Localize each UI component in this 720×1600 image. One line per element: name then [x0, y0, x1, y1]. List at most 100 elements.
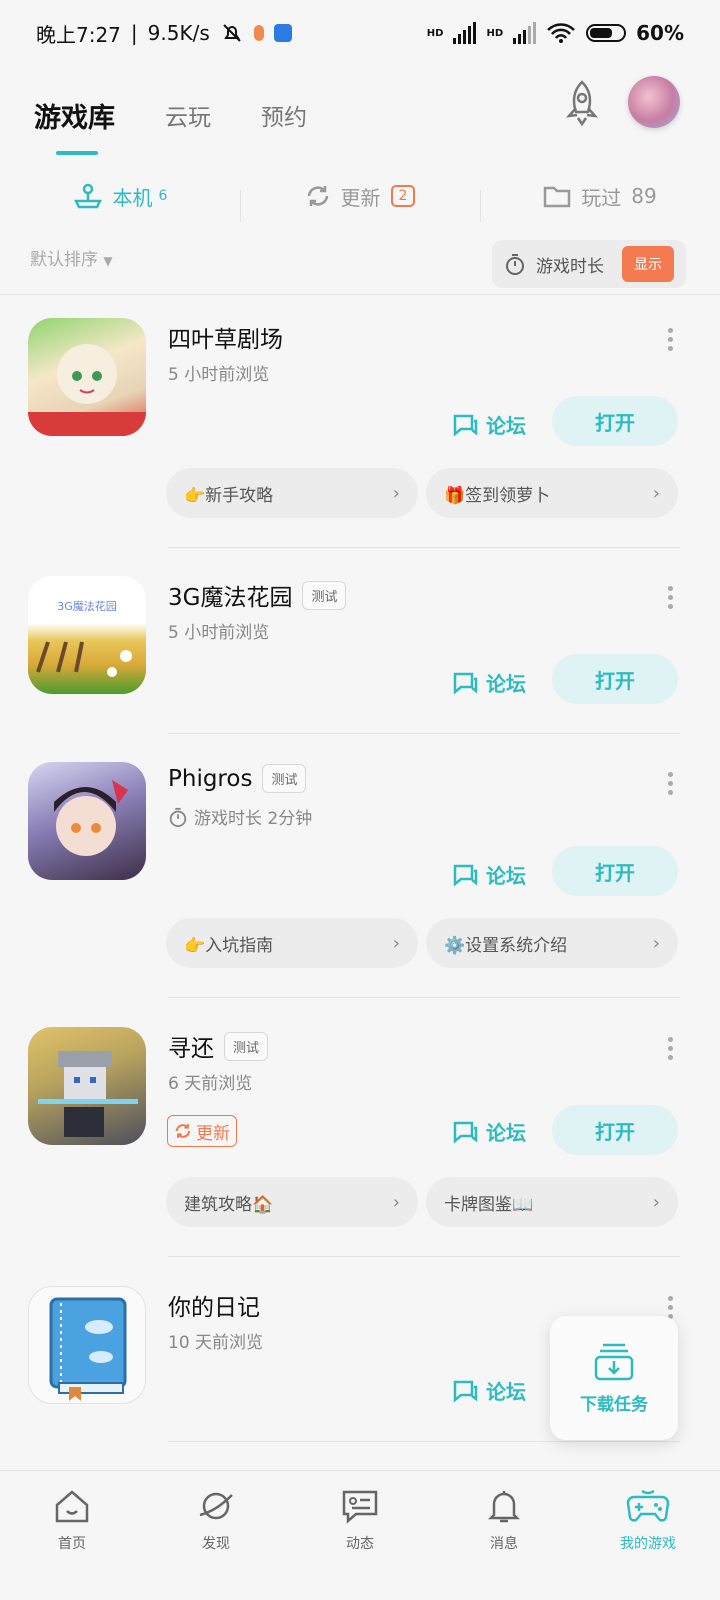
guide-chip[interactable]: 建筑攻略🏠 ›	[166, 1177, 418, 1227]
signal-icon	[453, 22, 477, 44]
guide-chip[interactable]: 👉入坑指南 ›	[166, 918, 418, 968]
guide-chip[interactable]: 🎁签到领萝卜 ›	[426, 468, 678, 518]
chevron-right-icon: ›	[392, 932, 400, 954]
sub-tabs: 本机 6 更新 2 玩过 89	[0, 168, 720, 224]
game-title[interactable]: Phigros	[168, 766, 252, 792]
more-options-icon[interactable]	[668, 1296, 674, 1320]
status-bar: 晚上7:27 | 9.5K/s HD HD 60%	[0, 0, 720, 66]
playtime-toggle[interactable]: 游戏时长 显示	[492, 240, 686, 288]
game-subtitle: 5 小时前浏览	[168, 623, 270, 643]
chevron-right-icon: ›	[392, 482, 400, 504]
game-title[interactable]: 寻还	[168, 1029, 214, 1063]
game-subtitle: 6 天前浏览	[168, 1074, 253, 1094]
subtab-local[interactable]: 本机 6	[0, 182, 240, 211]
avatar[interactable]	[628, 76, 680, 128]
gamepad-icon	[626, 1489, 670, 1522]
chevron-right-icon: ›	[652, 932, 660, 954]
game-title[interactable]: 你的日记	[168, 1288, 260, 1322]
sort-dropdown[interactable]: 默认排序 ▼	[30, 245, 113, 270]
shield-icon	[273, 24, 292, 42]
more-options-icon[interactable]	[668, 1037, 674, 1061]
download-tasks-button[interactable]: 下载任务	[550, 1316, 678, 1440]
subtab-update[interactable]: 更新 2	[240, 182, 480, 222]
forum-button[interactable]: 论坛	[452, 1376, 526, 1405]
nav-messages[interactable]: 消息	[432, 1471, 576, 1600]
chevron-right-icon: ›	[652, 1191, 660, 1213]
game-icon-your-diary[interactable]	[28, 1286, 146, 1404]
game-subtitle: 10 天前浏览	[168, 1333, 264, 1353]
open-button[interactable]: 打开	[552, 1105, 678, 1155]
divider	[168, 997, 680, 998]
chat-icon	[342, 1490, 378, 1524]
refresh-icon	[307, 186, 328, 206]
game-subtitle: 5 小时前浏览	[168, 365, 270, 385]
nav-discover[interactable]: 发现	[144, 1471, 288, 1600]
divider	[168, 1441, 680, 1442]
forum-button[interactable]: 论坛	[452, 860, 526, 889]
game-title[interactable]: 四叶草剧场	[168, 320, 283, 354]
update-count-badge: 2	[390, 185, 416, 207]
game-icon-clover-theater[interactable]	[28, 318, 146, 436]
status-time: 晚上7:27	[36, 22, 121, 47]
nav-home[interactable]: 首页	[0, 1471, 144, 1600]
guide-chip[interactable]: 卡牌图鉴📖 ›	[426, 1177, 678, 1227]
svg-text:3G魔法花园: 3G魔法花园	[57, 599, 117, 613]
update-button[interactable]: 更新	[167, 1115, 237, 1147]
stopwatch-icon	[506, 254, 524, 275]
divider	[0, 294, 720, 295]
tab-reservation[interactable]: 预约	[261, 98, 307, 132]
forum-button[interactable]: 论坛	[452, 1117, 526, 1146]
chevron-right-icon: ›	[652, 482, 660, 504]
bottom-nav: 首页 发现 动态 消息 我的游戏	[0, 1470, 720, 1600]
refresh-icon	[175, 1124, 191, 1138]
divider	[168, 547, 680, 548]
forum-button[interactable]: 论坛	[452, 410, 526, 439]
mute-bell-icon	[223, 24, 241, 42]
nav-feed[interactable]: 动态	[288, 1471, 432, 1600]
chat-bubble-icon	[453, 672, 478, 695]
nav-my-games[interactable]: 我的游戏	[576, 1471, 720, 1600]
open-button[interactable]: 打开	[552, 846, 678, 896]
more-options-icon[interactable]	[668, 586, 674, 610]
show-playtime-button[interactable]: 显示	[622, 246, 674, 282]
stopwatch-icon	[169, 807, 187, 827]
folder-icon	[544, 186, 571, 208]
divider	[168, 1256, 680, 1257]
battery-percent: 60%	[636, 21, 684, 45]
game-subtitle: 游戏时长 2分钟	[168, 804, 312, 829]
chat-bubble-icon	[453, 1380, 478, 1403]
wifi-icon	[547, 23, 576, 43]
medal-icon	[253, 25, 264, 41]
more-options-icon[interactable]	[668, 772, 674, 796]
test-tag: 测试	[262, 764, 307, 793]
more-options-icon[interactable]	[668, 328, 674, 352]
tab-game-library[interactable]: 游戏库	[34, 96, 115, 155]
chat-bubble-icon	[453, 414, 478, 437]
top-tabs: 游戏库 云玩 预约	[0, 70, 720, 160]
chat-bubble-icon	[453, 1121, 478, 1144]
guide-chip[interactable]: 👉新手攻略 ›	[166, 468, 418, 518]
guide-chip[interactable]: ⚙️设置系统介绍 ›	[426, 918, 678, 968]
chat-bubble-icon	[453, 864, 478, 887]
download-tray-icon	[594, 1343, 634, 1380]
chevron-right-icon: ›	[392, 1191, 400, 1213]
planet-icon	[199, 1492, 233, 1520]
forum-button[interactable]: 论坛	[452, 668, 526, 697]
open-button[interactable]: 打开	[552, 654, 678, 704]
rocket-icon[interactable]	[560, 78, 604, 128]
test-tag: 测试	[224, 1031, 269, 1061]
open-button[interactable]: 打开	[552, 396, 678, 446]
subtab-played[interactable]: 玩过 89	[480, 182, 720, 222]
divider	[168, 733, 680, 734]
test-tag: 测试	[302, 580, 347, 610]
game-icon-phigros[interactable]	[28, 762, 146, 880]
status-net-speed: 9.5K/s	[147, 21, 210, 45]
game-icon-xunhuan[interactable]	[28, 1027, 146, 1145]
battery-icon	[586, 24, 627, 42]
game-icon-3g-magic-garden[interactable]: 3G魔法花园	[28, 576, 146, 694]
signal-icon	[513, 22, 537, 44]
game-title[interactable]: 3G魔法花园	[168, 578, 292, 612]
caret-down-icon: ▼	[103, 254, 113, 268]
joystick-icon	[73, 183, 102, 209]
tab-cloud-play[interactable]: 云玩	[165, 98, 211, 132]
